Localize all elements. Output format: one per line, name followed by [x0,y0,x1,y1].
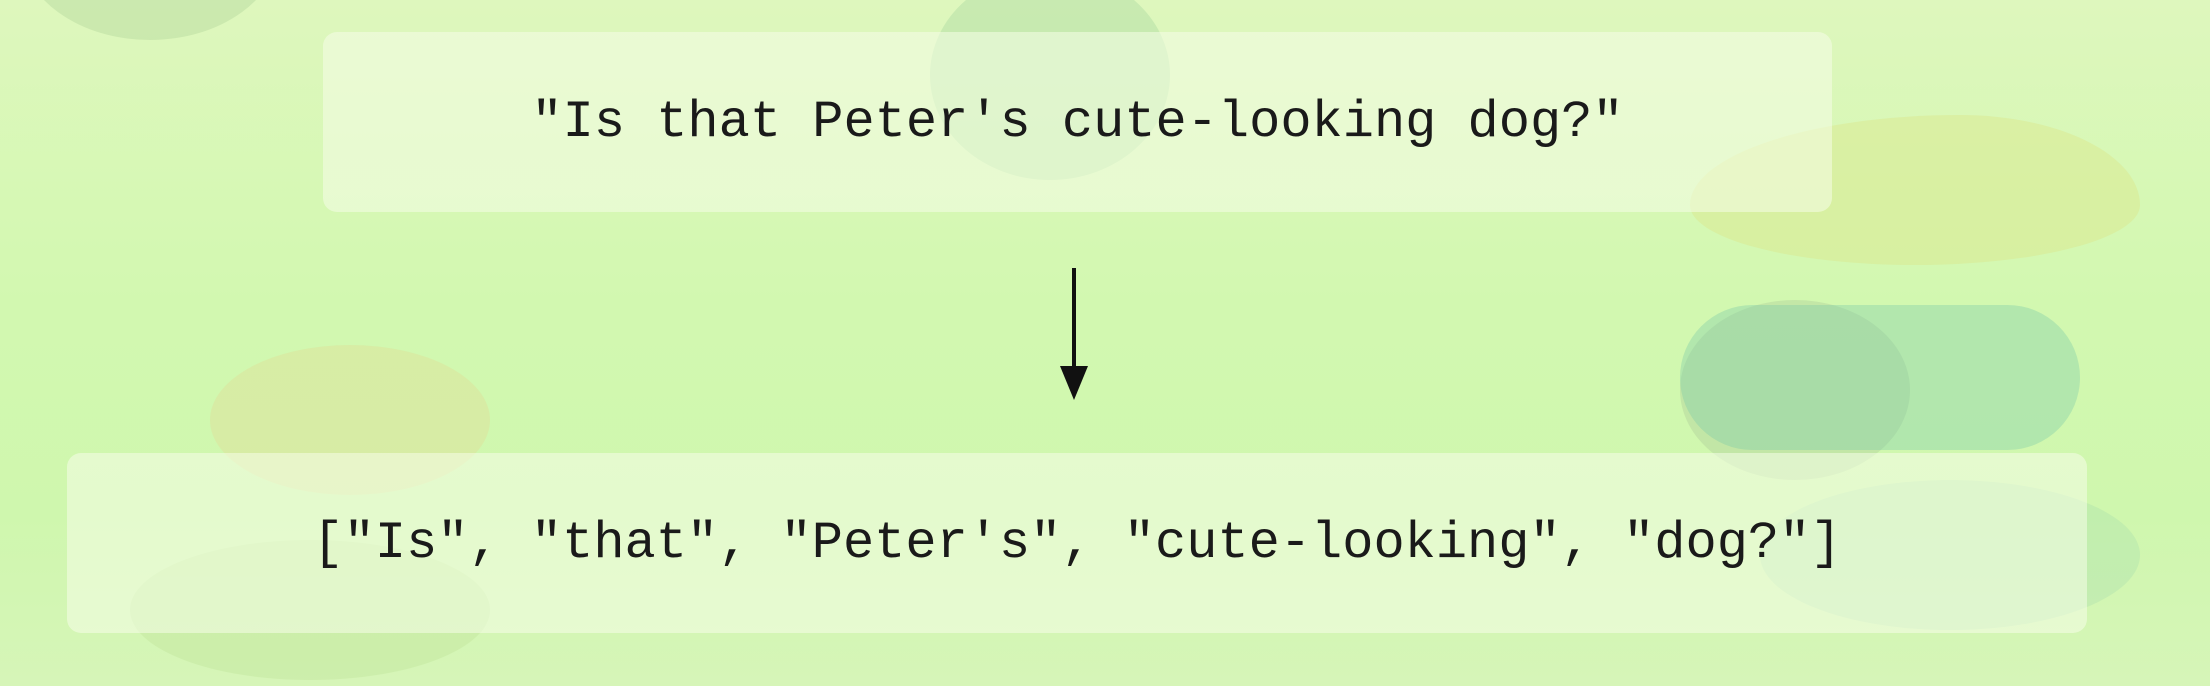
input-sentence-box: "Is that Peter's cute-looking dog?" [323,32,1832,212]
token-list-box: ["Is", "that", "Peter's", "cute-looking"… [67,453,2087,633]
input-sentence-text: "Is that Peter's cute-looking dog?" [531,92,1624,152]
down-arrow-icon [1060,268,1088,400]
background-blob [20,0,280,40]
token-list-text: ["Is", "that", "Peter's", "cute-looking"… [312,513,1842,573]
background-blob [1680,305,2080,450]
